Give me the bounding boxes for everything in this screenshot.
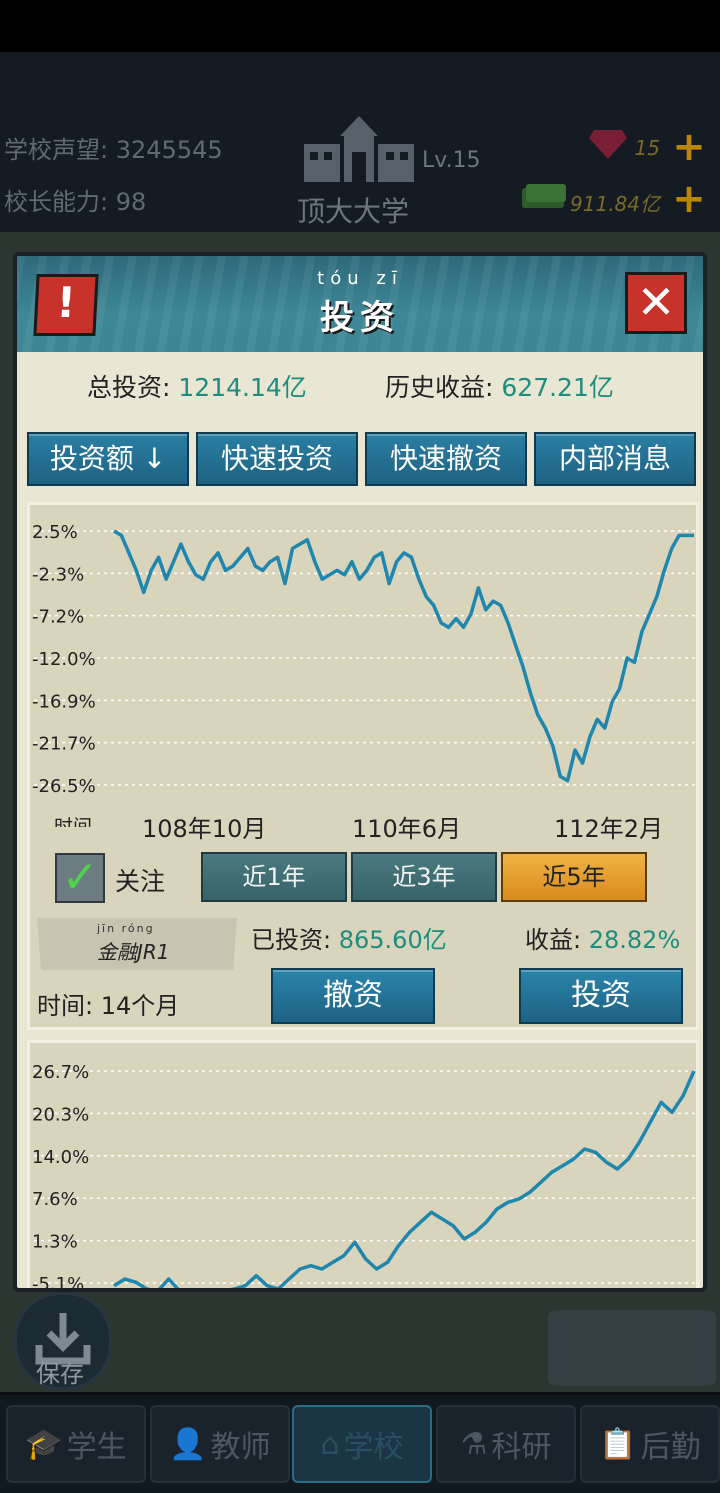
duration-value: 14个月 bbox=[100, 992, 180, 1020]
ability-label: 校长能力: bbox=[4, 188, 109, 216]
invested-value: 865.60亿 bbox=[338, 926, 447, 954]
gem-icon bbox=[589, 130, 627, 159]
price-line-series bbox=[113, 529, 694, 783]
withdraw-button[interactable]: 撤资 bbox=[271, 968, 435, 1024]
nav-tab-teachers[interactable]: 👤 教师 bbox=[150, 1405, 290, 1483]
range-3y-button[interactable]: 近3年 bbox=[351, 852, 497, 902]
principal-ability-stat: 校长能力: 98 bbox=[4, 182, 146, 217]
flask-icon: ⚗ bbox=[460, 1426, 488, 1462]
money-count: 911.84亿 bbox=[570, 192, 660, 216]
title-pinyin: tóu zī bbox=[317, 268, 403, 289]
invested-amount: 已投资: 865.60亿 bbox=[251, 920, 447, 955]
nav-tab-label: 学校 bbox=[343, 1430, 404, 1465]
profit-value: 28.82% bbox=[588, 926, 681, 954]
nav-tab-label: 教师 bbox=[210, 1430, 271, 1465]
quick-invest-button[interactable]: 快速投资 bbox=[196, 432, 358, 486]
x-tick-label: 110年6月 bbox=[352, 815, 462, 843]
school-hud: 学校声望: 3245545 校长能力: 98 Lv.15 顶大大学 15 + 9… bbox=[0, 52, 720, 232]
second-fund-card: 26.7% 20.3% 14.0% 7.6% 1.3% -5.1% bbox=[27, 1040, 699, 1292]
history-profit-label: 历史收益: bbox=[385, 373, 494, 402]
status-bar bbox=[0, 0, 720, 52]
reputation-stat: 学校声望: 3245545 bbox=[4, 130, 223, 165]
invest-button[interactable]: 投资 bbox=[519, 968, 683, 1024]
action-tabbar: 投资额 ↓ 快速投资 快速撤资 内部消息 bbox=[27, 432, 697, 486]
ability-value: 98 bbox=[115, 188, 147, 216]
y-tick-label: -5.1% bbox=[32, 1274, 84, 1292]
clipboard-icon: 📋 bbox=[599, 1426, 637, 1462]
total-investment: 总投资: 1214.14亿 bbox=[87, 368, 307, 404]
history-profit: 历史收益: 627.21亿 bbox=[385, 368, 614, 404]
y-tick-label: 20.3% bbox=[32, 1104, 89, 1125]
reputation-value: 3245545 bbox=[115, 136, 223, 164]
nav-tab-label: 科研 bbox=[491, 1430, 552, 1465]
y-tick-label: 1.3% bbox=[32, 1232, 78, 1253]
holding-duration: 时间: 14个月 bbox=[37, 986, 179, 1021]
insider-news-button[interactable]: 内部消息 bbox=[534, 432, 696, 486]
fund-pinyin: jīn róng bbox=[97, 922, 155, 935]
add-money-plus-icon[interactable]: + bbox=[672, 179, 706, 219]
y-tick-label: 7.6% bbox=[32, 1189, 78, 1210]
range-5y-button[interactable]: 近5年 bbox=[501, 852, 647, 902]
nav-tab-research[interactable]: ⚗ 科研 bbox=[436, 1405, 576, 1483]
cash-icon bbox=[522, 184, 566, 208]
y-tick-label: 14.0% bbox=[32, 1147, 89, 1168]
y-tick-label: -21.7% bbox=[32, 734, 96, 755]
investment-dialog: ! tóu zī 投资 ✕ 总投资: 1214.14亿 历史收益: 627.21… bbox=[13, 252, 707, 1292]
invested-label: 已投资: bbox=[251, 926, 332, 954]
dialog-title: 投资 bbox=[320, 298, 400, 338]
time-axis-label: 时间 bbox=[54, 816, 92, 827]
bottom-nav: 🎓 学生 👤 教师 ⌂ 学校 ⚗ 科研 📋 后勤 bbox=[0, 1395, 720, 1493]
total-investment-value: 1214.14亿 bbox=[178, 373, 307, 402]
dialog-header: ! tóu zī 投资 ✕ bbox=[17, 256, 703, 352]
close-button[interactable]: ✕ bbox=[625, 272, 687, 334]
profit-rate: 收益: 28.82% bbox=[525, 920, 680, 955]
teacher-icon: 👤 bbox=[169, 1426, 207, 1462]
price-line-series bbox=[113, 1070, 696, 1288]
fund-name: 金融JR1 bbox=[97, 940, 170, 964]
quick-withdraw-button[interactable]: 快速撤资 bbox=[365, 432, 527, 486]
school-building-icon[interactable] bbox=[300, 114, 418, 184]
nav-tab-logistics[interactable]: 📋 后勤 bbox=[580, 1405, 720, 1483]
duration-label: 时间: bbox=[37, 992, 94, 1020]
y-tick-label: -7.2% bbox=[32, 607, 84, 628]
total-investment-label: 总投资: bbox=[87, 373, 171, 402]
watch-checkbox[interactable]: ✓ bbox=[55, 853, 105, 903]
second-fund-chart: 26.7% 20.3% 14.0% 7.6% 1.3% -5.1% bbox=[32, 1062, 696, 1292]
y-tick-label: -12.0% bbox=[32, 649, 96, 670]
fund-name-tag: jīn róng 金融JR1 bbox=[37, 918, 237, 970]
background-panel bbox=[548, 1310, 716, 1386]
history-profit-value: 627.21亿 bbox=[501, 373, 614, 402]
school-name: 顶大大学 bbox=[297, 195, 410, 228]
nav-tab-school[interactable]: ⌂ 学校 bbox=[292, 1405, 432, 1483]
school-icon: ⌂ bbox=[320, 1426, 340, 1462]
school-level: Lv.15 bbox=[422, 148, 481, 173]
reputation-label: 学校声望: bbox=[4, 136, 109, 164]
range-1y-button[interactable]: 近1年 bbox=[201, 852, 347, 902]
y-tick-label: -26.5% bbox=[32, 776, 96, 797]
y-tick-label: 2.5% bbox=[32, 522, 78, 543]
x-tick-label: 112年2月 bbox=[554, 815, 664, 843]
nav-tab-students[interactable]: 🎓 学生 bbox=[6, 1405, 146, 1483]
x-tick-label: 108年10月 bbox=[142, 815, 267, 843]
save-label: 保存 bbox=[36, 1360, 84, 1388]
fund-price-chart: 2.5% -2.3% -7.2% -12.0% -16.9% -21.7% -26.5% 时… bbox=[32, 522, 696, 827]
sort-by-amount-button[interactable]: 投资额 ↓ bbox=[27, 432, 189, 486]
nav-tab-label: 后勤 bbox=[640, 1430, 701, 1465]
y-tick-label: -16.9% bbox=[32, 691, 96, 712]
add-gems-plus-icon[interactable]: + bbox=[672, 127, 706, 167]
watch-label: 关注 bbox=[115, 867, 166, 896]
y-tick-label: -2.3% bbox=[32, 564, 84, 585]
nav-tab-label: 学生 bbox=[66, 1430, 127, 1465]
graduate-icon: 🎓 bbox=[25, 1426, 63, 1462]
y-tick-label: 26.7% bbox=[32, 1062, 89, 1083]
profit-label: 收益: bbox=[525, 926, 582, 954]
gem-count: 15 bbox=[634, 136, 660, 160]
